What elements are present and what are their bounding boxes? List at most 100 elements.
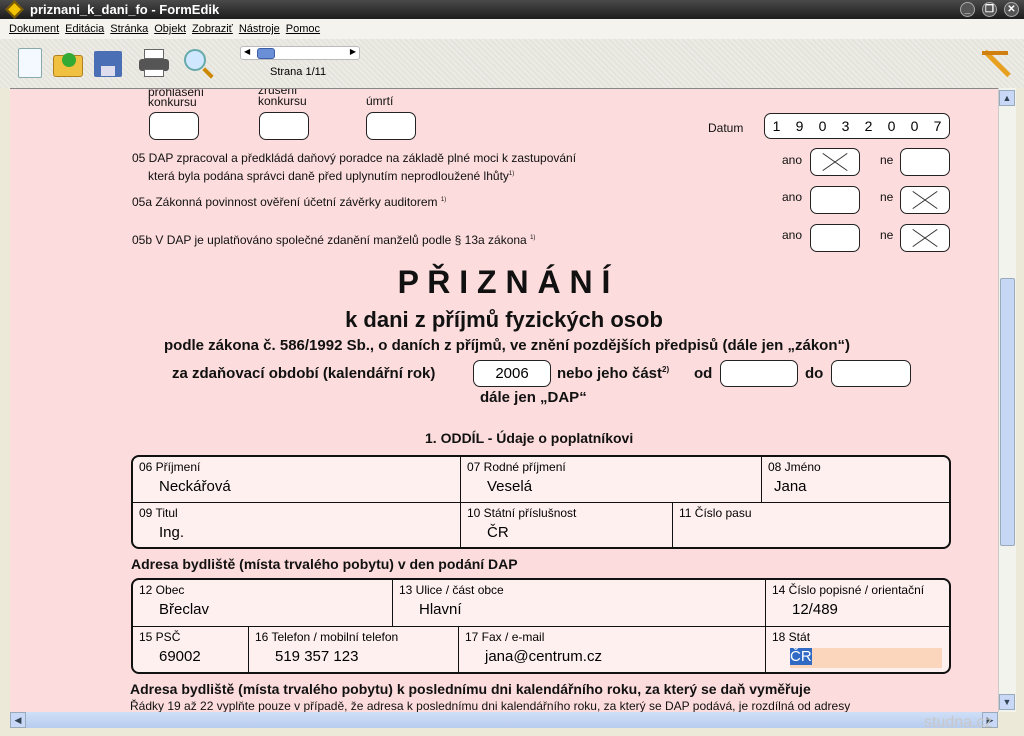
open-folder-icon[interactable] <box>52 47 84 79</box>
datum-field[interactable]: 19032007 <box>764 113 950 139</box>
field-17[interactable]: 17 Fax / e-mail jana@centrum.cz <box>459 627 766 672</box>
search-icon[interactable] <box>182 47 214 79</box>
label-konkursu-1: konkursu <box>148 95 197 109</box>
form-page: prohlášení konkursu zrušení konkursu úmr… <box>10 88 998 712</box>
q05b-ano-checkbox[interactable] <box>810 224 860 252</box>
period-label: za zdaňovací období (kalendářní rok) <box>172 365 436 382</box>
save-icon[interactable] <box>92 47 124 79</box>
section1-heading: 1. ODDÍL - Údaje o poplatníkovi <box>425 430 634 446</box>
field-label: 11 Číslo pasu <box>679 506 752 520</box>
address2-heading: Adresa bydliště (místa trvalého pobytu) … <box>130 681 811 697</box>
field-label: 10 Státní příslušnost <box>467 506 577 520</box>
field-value: Ing. <box>159 524 185 541</box>
print-icon[interactable] <box>138 47 170 79</box>
field-15[interactable]: 15 PSČ 69002 <box>133 627 249 672</box>
slider-left-arrow-icon[interactable]: ◀ <box>244 47 250 56</box>
slider-thumb[interactable] <box>257 48 275 59</box>
od-label: od <box>694 365 713 382</box>
field-value: Veselá <box>487 478 533 495</box>
q05a-ne-checkbox[interactable] <box>900 186 950 214</box>
scroll-down-icon[interactable]: ▼ <box>999 694 1015 710</box>
app-logo-icon <box>5 0 24 19</box>
tools-ruler-icon[interactable] <box>980 47 1012 79</box>
field-12[interactable]: 12 Obec Břeclav <box>133 580 393 627</box>
datum-digit: 0 <box>887 118 896 134</box>
field-11[interactable]: 11 Číslo pasu <box>673 503 949 547</box>
slider-right-arrow-icon[interactable]: ▶ <box>350 47 356 56</box>
field-13[interactable]: 13 Ulice / část obce Hlavní <box>393 580 766 627</box>
form-subtitle: k dani z příjmů fyzických osob <box>345 307 663 332</box>
field-label: 06 Příjmení <box>139 460 201 474</box>
close-button[interactable]: ✕ <box>1004 2 1019 17</box>
field-value: Břeclav <box>159 601 210 618</box>
form-title: P Ř I Z N Á N Í <box>397 264 611 300</box>
vertical-scrollbar[interactable]: ▲ ▼ <box>998 88 1016 712</box>
menu-nastroje[interactable]: Nástroje <box>239 19 280 39</box>
menu-editacia[interactable]: Editácia <box>65 19 104 39</box>
horizontal-scrollbar[interactable]: ◀ ▶ <box>10 712 998 728</box>
field-08[interactable]: 08 Jméno Jana <box>762 457 949 503</box>
field-07[interactable]: 07 Rodné příjmení Veselá <box>461 457 762 503</box>
q05-ne-checkbox[interactable] <box>900 148 950 176</box>
q05a-ano-checkbox[interactable] <box>810 186 860 214</box>
window-title: priznani_k_dani_fo - FormEdik <box>30 2 220 17</box>
page-indicator: Strana 1/11 <box>270 66 327 78</box>
q05-text: 05 DAP zpracoval a předkládá daňový pora… <box>132 151 577 165</box>
field-label: 16 Telefon / mobilní telefon <box>255 630 399 644</box>
field-06[interactable]: 06 Příjmení Neckářová <box>133 457 461 503</box>
field-09[interactable]: 09 Titul Ing. <box>133 503 461 547</box>
field-10[interactable]: 10 Státní příslušnost ČR <box>461 503 673 547</box>
year-field[interactable]: 2006 <box>473 360 551 387</box>
address2-note: Řádky 19 až 22 vyplňte pouze v případě, … <box>130 699 851 712</box>
field-18[interactable]: 18 Stát ČR <box>766 627 949 672</box>
datum-digit: 2 <box>864 118 873 134</box>
address-heading: Adresa bydliště (místa trvalého pobytu) … <box>131 556 518 572</box>
title-bar: priznani_k_dani_fo - FormEdik _ ❐ ✕ <box>0 0 1024 19</box>
do-field[interactable] <box>831 360 911 387</box>
minimize-button[interactable]: _ <box>960 2 975 17</box>
field-label: 08 Jméno <box>768 460 821 474</box>
ne-label: ne <box>880 228 894 242</box>
do-label: do <box>805 365 824 382</box>
section1-table: 06 Příjmení Neckářová 07 Rodné příjmení Ve… <box>131 455 951 549</box>
field-label: 14 Číslo popisné / orientační <box>772 583 925 597</box>
od-field[interactable] <box>720 360 798 387</box>
ano-label: ano <box>782 228 803 242</box>
field-value: 12/489 <box>792 601 838 618</box>
page-slider[interactable]: ◀ ▶ <box>240 46 360 60</box>
q05-ano-checkbox[interactable] <box>810 148 860 176</box>
umrti-checkbox[interactable] <box>366 112 416 140</box>
vertical-scroll-thumb[interactable] <box>1000 278 1015 546</box>
field-label: 18 Stát <box>772 630 811 644</box>
datum-digit: 3 <box>841 118 850 134</box>
menu-dokument[interactable]: Dokument <box>9 19 59 39</box>
ne-label: ne <box>880 190 894 204</box>
menu-stranka[interactable]: Stránka <box>110 19 148 39</box>
ne-label: ne <box>880 153 894 167</box>
field-16[interactable]: 16 Telefon / mobilní telefon 519 357 123 <box>249 627 459 672</box>
konkurs-checkbox[interactable] <box>149 112 199 140</box>
menu-zobrazit[interactable]: Zobraziť <box>192 19 233 39</box>
stat-field-selected[interactable]: ČR <box>790 648 812 665</box>
field-label: 09 Titul <box>139 506 178 520</box>
dap-label: dále jen „DAP“ <box>480 389 587 406</box>
toolbar <box>0 39 1024 88</box>
datum-digit: 0 <box>818 118 827 134</box>
new-document-icon[interactable] <box>14 47 46 79</box>
field-value: Jana <box>774 478 807 495</box>
label-umrti: úmrtí <box>366 94 394 108</box>
restore-button[interactable]: ❐ <box>982 2 997 17</box>
footnote: 1) <box>530 235 536 241</box>
scroll-left-icon[interactable]: ◀ <box>10 712 26 728</box>
field-value: Hlavní <box>419 601 462 618</box>
field-14[interactable]: 14 Číslo popisné / orientační 12/489 <box>766 580 949 627</box>
scroll-up-icon[interactable]: ▲ <box>999 90 1015 106</box>
zruseni-checkbox[interactable] <box>259 112 309 140</box>
q05b-text: 05b V DAP je uplatňováno společné zdaněn… <box>132 233 527 247</box>
field-value: 69002 <box>159 648 201 665</box>
menu-objekt[interactable]: Objekt <box>154 19 186 39</box>
q05b-ne-checkbox[interactable] <box>900 224 950 252</box>
menu-pomoc[interactable]: Pomoc <box>286 19 320 39</box>
law-text: podle zákona č. 586/1992 Sb., o daních z… <box>164 337 851 354</box>
datum-digit: 9 <box>795 118 804 134</box>
